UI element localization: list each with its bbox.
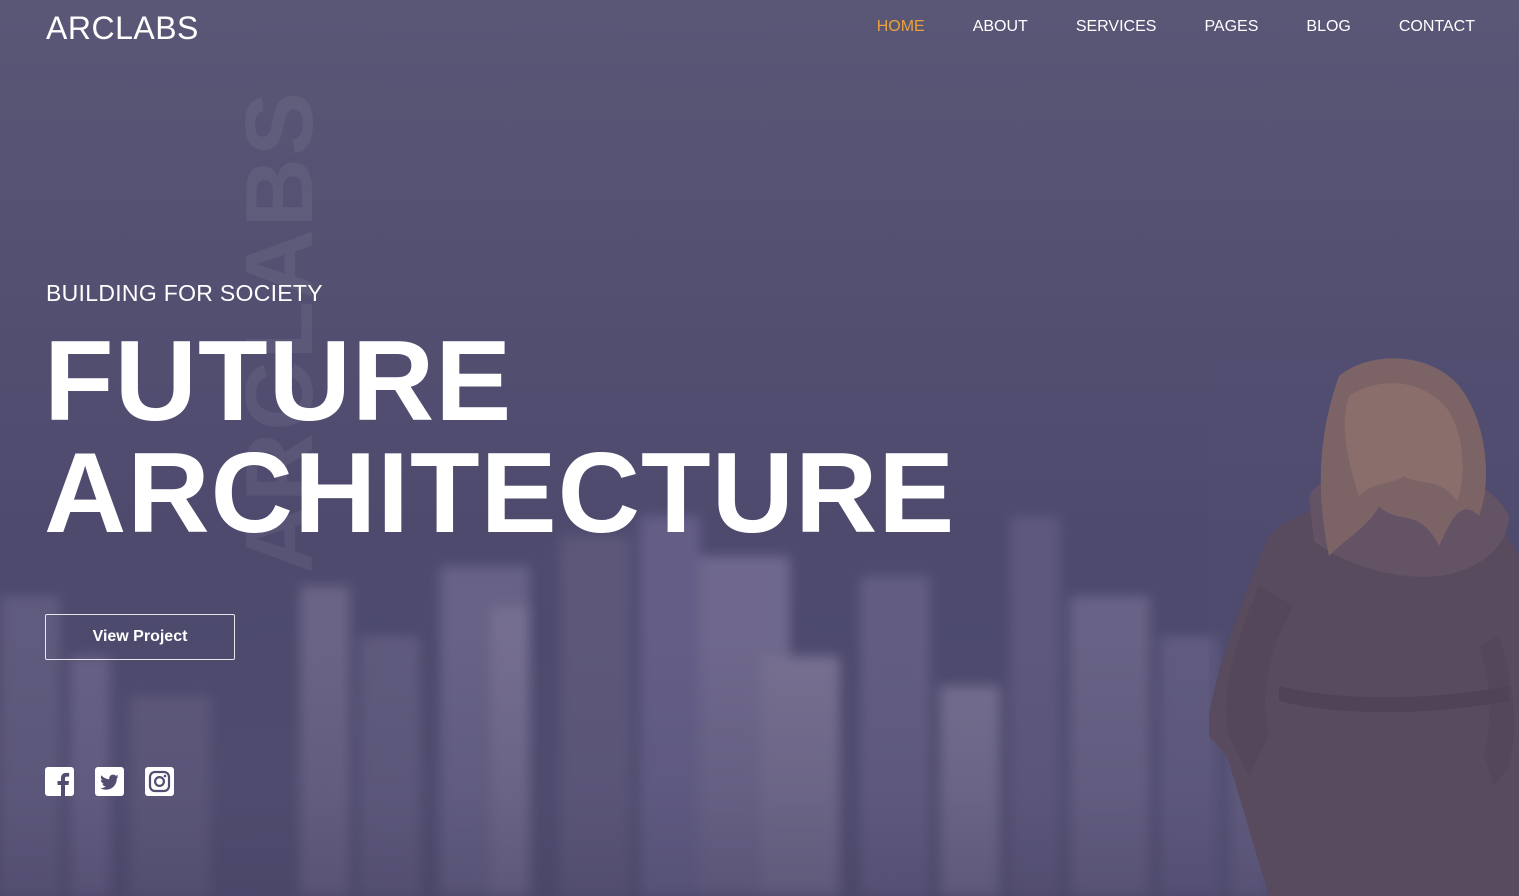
nav-item-blog[interactable]: BLOG bbox=[1306, 17, 1350, 37]
view-project-button[interactable]: View Project bbox=[45, 614, 235, 660]
hero-headline: FUTURE ARCHITECTURE bbox=[44, 318, 956, 557]
site-logo[interactable]: ARCLABS bbox=[46, 10, 199, 47]
twitter-icon[interactable] bbox=[95, 767, 124, 796]
nav-item-services[interactable]: SERVICES bbox=[1076, 17, 1157, 37]
nav-item-about[interactable]: ABOUT bbox=[973, 17, 1028, 37]
headline-line-1: FUTURE bbox=[44, 318, 513, 445]
main-nav: HOME ABOUT SERVICES PAGES BLOG CONTACT bbox=[829, 17, 1475, 37]
instagram-icon[interactable] bbox=[145, 767, 174, 796]
facebook-icon[interactable] bbox=[45, 767, 74, 796]
hero-tagline: BUILDING FOR SOCIETY bbox=[46, 280, 323, 306]
woman-figure-image bbox=[1209, 356, 1519, 896]
nav-item-pages[interactable]: PAGES bbox=[1204, 17, 1258, 37]
nav-item-contact[interactable]: CONTACT bbox=[1399, 17, 1475, 37]
headline-line-2: ARCHITECTURE bbox=[44, 430, 956, 557]
nav-item-home[interactable]: HOME bbox=[877, 17, 925, 37]
hero-section: ARCLABS ARCLABS HOME ABOUT SERVICES PAGE… bbox=[0, 0, 1519, 896]
social-links bbox=[45, 767, 174, 796]
